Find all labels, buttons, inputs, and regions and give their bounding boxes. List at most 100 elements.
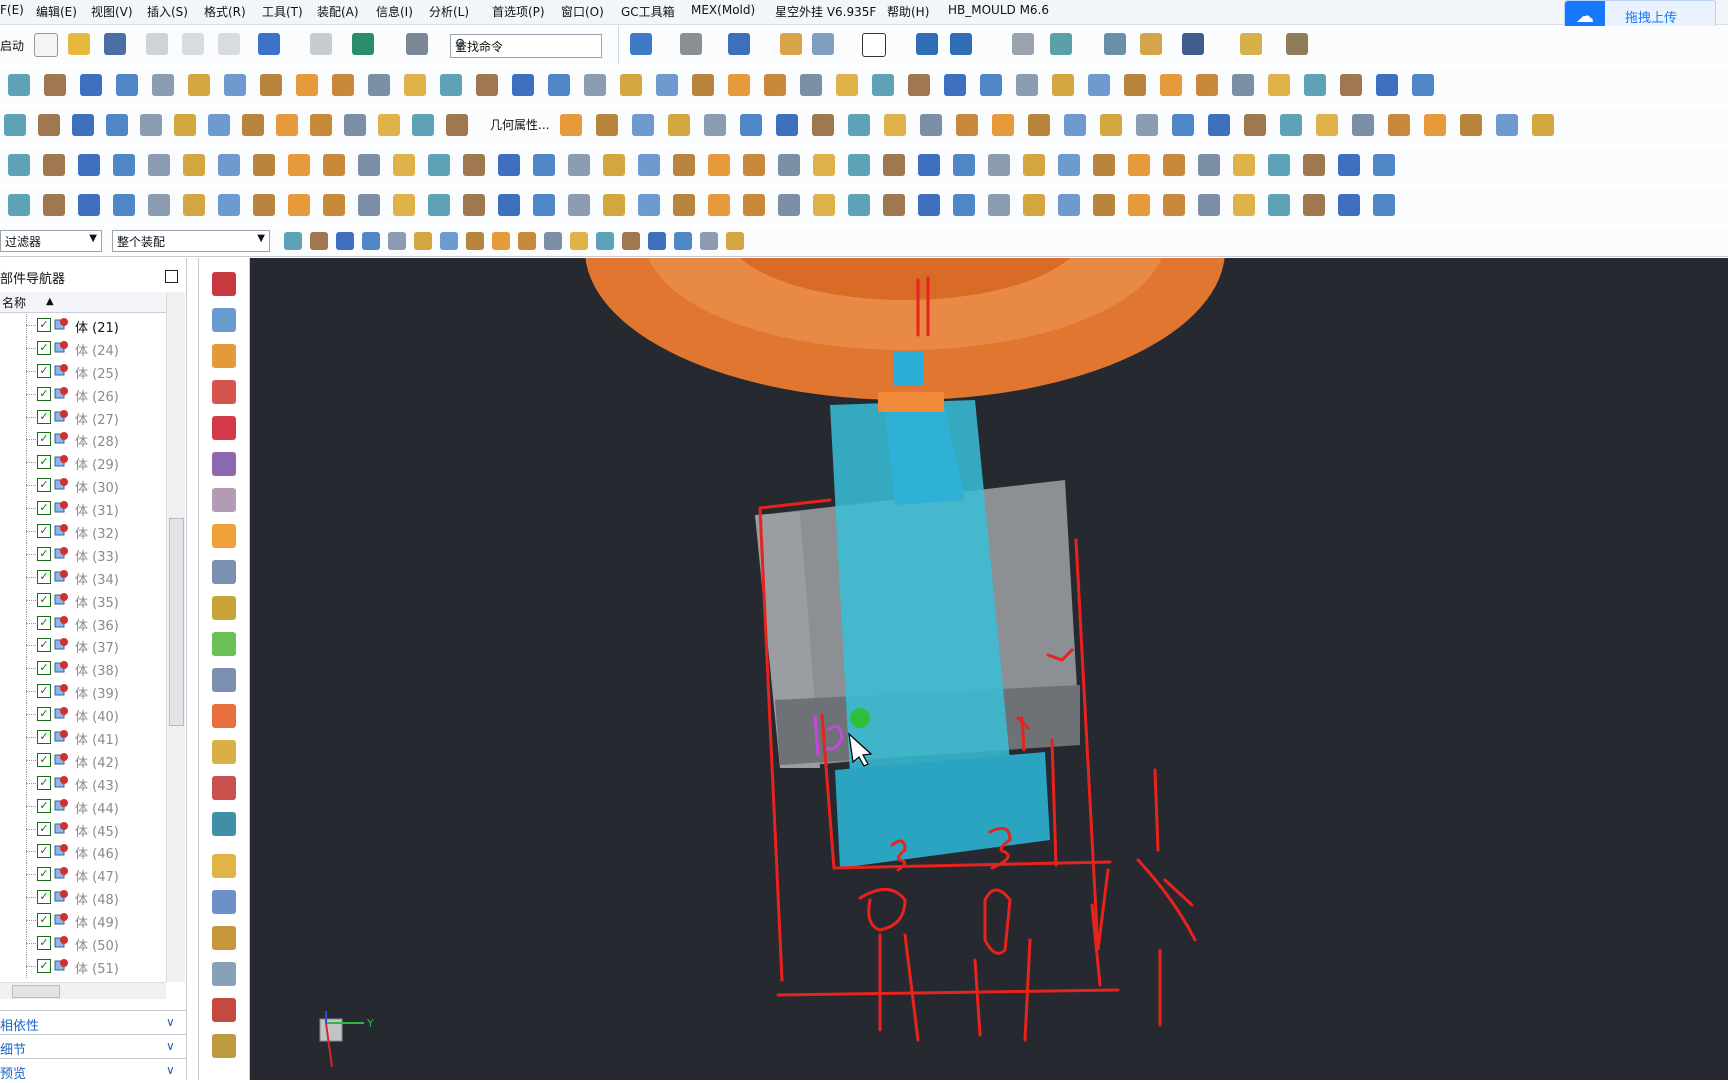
- visibility-checkbox[interactable]: ✓: [37, 958, 51, 973]
- menu-info[interactable]: 信息(I): [376, 3, 413, 20]
- toolbar-tool-icon[interactable]: [1268, 154, 1290, 176]
- toolbar-tool-icon[interactable]: [428, 154, 450, 176]
- toolbar-tool-icon[interactable]: [393, 194, 415, 216]
- toolbar-tool-icon[interactable]: [704, 114, 726, 136]
- toolbar-tool-icon[interactable]: [276, 114, 298, 136]
- visibility-checkbox[interactable]: ✓: [37, 432, 51, 447]
- toolbar-tool-icon[interactable]: [812, 114, 834, 136]
- toolbar-tool-icon[interactable]: [1532, 114, 1554, 136]
- paste-icon[interactable]: [218, 33, 240, 55]
- toolbar-tool-icon[interactable]: [80, 74, 102, 96]
- mold-wizard-icon[interactable]: [212, 668, 236, 692]
- toolbar-tool-icon[interactable]: [310, 114, 332, 136]
- history-icon[interactable]: [212, 488, 236, 512]
- toolbar-tool-icon[interactable]: [548, 74, 570, 96]
- toolbar-tool-icon[interactable]: [568, 154, 590, 176]
- scrollbar-thumb[interactable]: [12, 985, 60, 998]
- menu-preferences[interactable]: 首选项(P): [492, 3, 545, 20]
- toolbar-tool-icon[interactable]: [253, 154, 275, 176]
- toolbar-tool-icon[interactable]: [848, 154, 870, 176]
- toolbar-tool-icon[interactable]: [296, 74, 318, 96]
- toolbar-tool-icon[interactable]: [1460, 114, 1482, 136]
- electrode-icon[interactable]: [212, 890, 236, 914]
- toolbar-tool-icon[interactable]: [1124, 74, 1146, 96]
- toolbar-tool-icon[interactable]: [813, 194, 835, 216]
- toolbar-tool-icon[interactable]: [740, 114, 762, 136]
- toolbar-tool-icon[interactable]: [728, 74, 750, 96]
- menu-help[interactable]: 帮助(H): [887, 3, 929, 20]
- visibility-checkbox[interactable]: ✓: [37, 592, 51, 607]
- toolbar-tool-icon[interactable]: [43, 154, 65, 176]
- toolbar-tool-icon[interactable]: [1233, 154, 1255, 176]
- horizontal-scrollbar[interactable]: [0, 982, 166, 999]
- body-row[interactable]: ✓ 体 (35): [0, 588, 166, 612]
- toolbar-tool-icon[interactable]: [692, 74, 714, 96]
- command-search-input[interactable]: 查找命令 ⚲: [450, 34, 602, 58]
- wcs-icon[interactable]: [1240, 33, 1262, 55]
- toolbar-tool-icon[interactable]: [463, 154, 485, 176]
- menu-mex-mold[interactable]: MEX(Mold): [691, 3, 755, 17]
- toolbar-tool-icon[interactable]: [466, 232, 484, 250]
- toolbar-tool-icon[interactable]: [1016, 74, 1038, 96]
- web-browser-icon[interactable]: [212, 452, 236, 476]
- touch-mode-icon[interactable]: [406, 33, 428, 55]
- toolbar-tool-icon[interactable]: [603, 194, 625, 216]
- toolbar-tool-icon[interactable]: [332, 74, 354, 96]
- toolbar-tool-icon[interactable]: [1303, 194, 1325, 216]
- menu-analysis[interactable]: 分析(L): [429, 3, 469, 20]
- toolbar-tool-icon[interactable]: [1304, 74, 1326, 96]
- toolbar-tool-icon[interactable]: [533, 154, 555, 176]
- toolbar-tool-icon[interactable]: [918, 154, 940, 176]
- constraint-navigator-icon[interactable]: [212, 308, 236, 332]
- roles-icon[interactable]: [212, 596, 236, 620]
- toolbar-tool-icon[interactable]: [1196, 74, 1218, 96]
- toolbar-tool-icon[interactable]: [1128, 154, 1150, 176]
- toolbar-tool-icon[interactable]: [476, 74, 498, 96]
- toolbar-tool-icon[interactable]: [560, 114, 582, 136]
- toolbar-tool-icon[interactable]: [848, 194, 870, 216]
- bom-icon[interactable]: [212, 926, 236, 950]
- toolbar-tool-icon[interactable]: [8, 194, 30, 216]
- body-row[interactable]: ✓ 体 (21): [0, 314, 166, 337]
- toolbar-tool-icon[interactable]: [1373, 194, 1395, 216]
- toolbar-tool-icon[interactable]: [260, 74, 282, 96]
- visibility-checkbox[interactable]: ✓: [37, 867, 51, 882]
- part-navigator-icon[interactable]: [212, 344, 236, 368]
- menu-view[interactable]: 视图(V): [91, 3, 133, 20]
- visibility-checkbox[interactable]: ✓: [37, 775, 51, 790]
- menu-window[interactable]: 窗口(O): [561, 3, 604, 20]
- toolbar-tool-icon[interactable]: [38, 114, 60, 136]
- toolbar-tool-icon[interactable]: [620, 74, 642, 96]
- menu-insert[interactable]: 插入(S): [147, 3, 188, 20]
- toolbar-tool-icon[interactable]: [743, 194, 765, 216]
- menu-hb-mould[interactable]: HB_MOULD M6.6: [948, 3, 1049, 17]
- toolbar-tool-icon[interactable]: [518, 232, 536, 250]
- toolbar-tool-icon[interactable]: [1172, 114, 1194, 136]
- toolbar-tool-icon[interactable]: [1233, 194, 1255, 216]
- body-row[interactable]: ✓ 体 (47): [0, 863, 166, 887]
- toolbar-tool-icon[interactable]: [883, 154, 905, 176]
- toolbar-tool-icon[interactable]: [1163, 154, 1185, 176]
- toolbar-tool-icon[interactable]: [638, 194, 660, 216]
- toolbar-tool-icon[interactable]: [533, 194, 555, 216]
- visibility-checkbox[interactable]: ✓: [37, 684, 51, 699]
- toolbar-tool-icon[interactable]: [988, 154, 1010, 176]
- visibility-checkbox[interactable]: ✓: [37, 730, 51, 745]
- ejector-icon[interactable]: [212, 1034, 236, 1058]
- toolbar-tool-icon[interactable]: [1316, 114, 1338, 136]
- body-row[interactable]: ✓ 体 (29): [0, 451, 166, 475]
- body-row[interactable]: ✓ 体 (41): [0, 726, 166, 750]
- toolbar-tool-icon[interactable]: [1268, 194, 1290, 216]
- toolbar-tool-icon[interactable]: [544, 232, 562, 250]
- redo-icon[interactable]: [310, 33, 332, 55]
- menu-xingkong-plugin[interactable]: 星空外挂 V6.935F: [775, 3, 876, 20]
- toolbar-tool-icon[interactable]: [498, 154, 520, 176]
- analysis-icon[interactable]: [1140, 33, 1162, 55]
- body-row[interactable]: ✓ 体 (42): [0, 748, 166, 772]
- body-row[interactable]: ✓ 体 (31): [0, 497, 166, 521]
- cavity-layout-icon[interactable]: [212, 740, 236, 764]
- toolbar-tool-icon[interactable]: [253, 194, 275, 216]
- undo-icon[interactable]: [258, 33, 280, 55]
- toolbar-tool-icon[interactable]: [1093, 154, 1115, 176]
- cut-icon[interactable]: [146, 33, 168, 55]
